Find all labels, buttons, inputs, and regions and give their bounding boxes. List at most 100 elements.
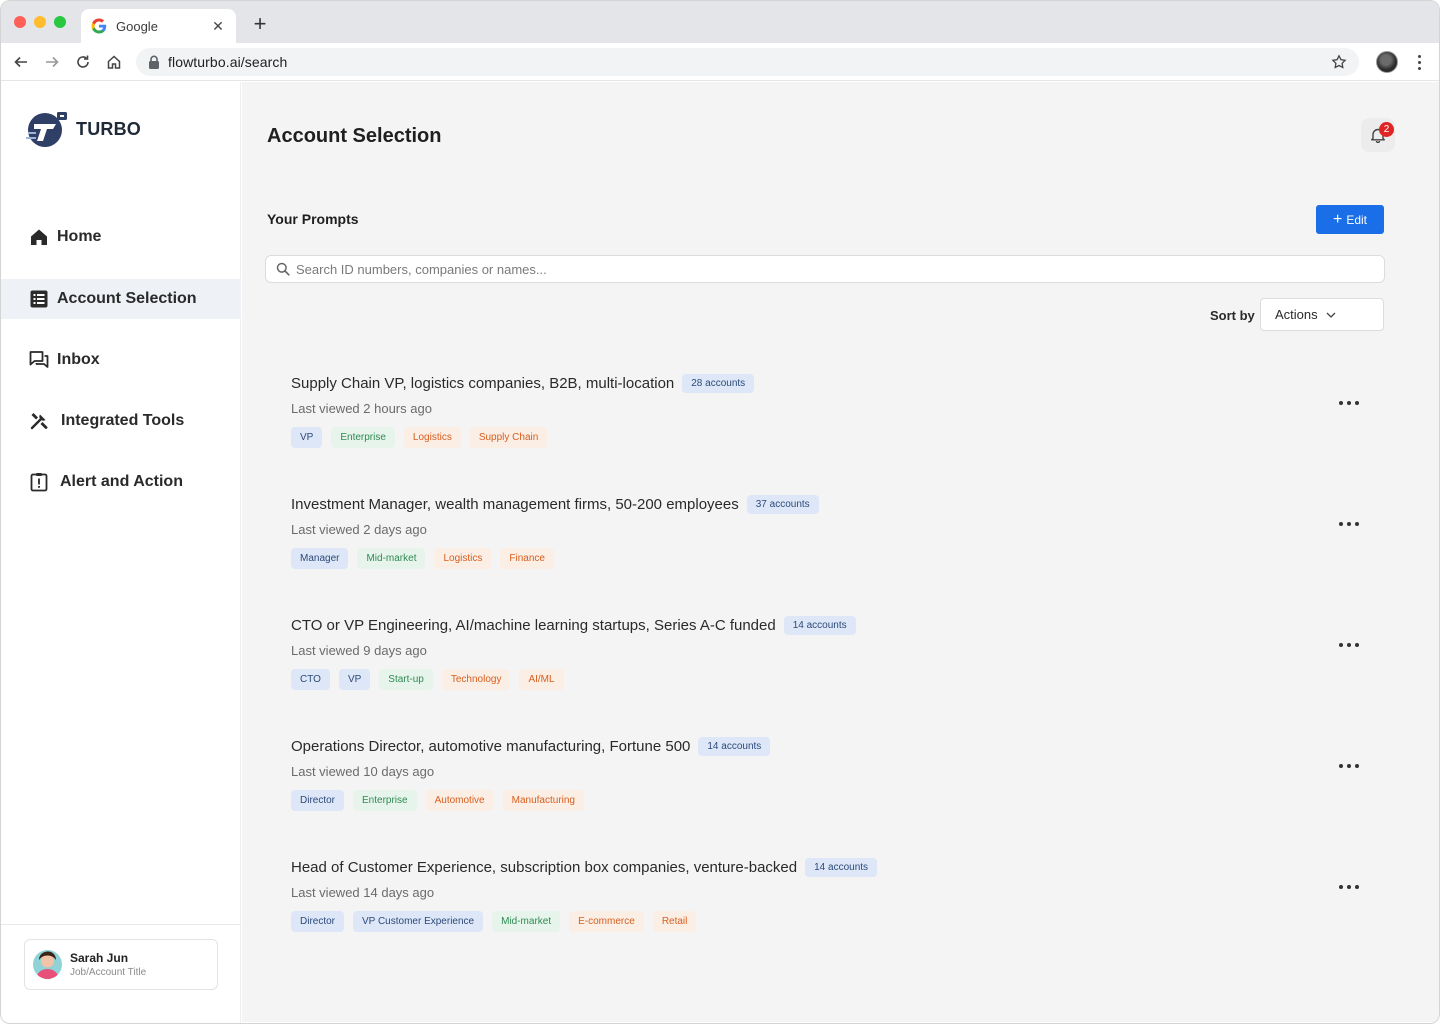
page-title: Account Selection xyxy=(267,125,442,147)
sidebar-item-label: Account Selection xyxy=(57,290,197,307)
arrow-left-icon xyxy=(14,56,27,68)
user-name: Sarah Jun xyxy=(70,951,129,965)
edit-button-label: Edit xyxy=(1346,212,1368,227)
logo-text: TURBO xyxy=(76,118,141,139)
browser-toolbar: flowturbo.ai/search xyxy=(1,43,1439,81)
account-count-badge: 37 accounts xyxy=(746,494,819,514)
tag: VP xyxy=(338,669,371,690)
tag: Enterprise xyxy=(331,427,395,448)
sort-by-label: Sort by xyxy=(1210,308,1255,323)
prompt-title[interactable]: Operations Director, automotive manufact… xyxy=(291,738,690,755)
browser-window: Google ✕ + flowturbo.ai/search TURBO Hom… xyxy=(0,0,1440,1024)
browser-menu-icon[interactable] xyxy=(1411,51,1427,73)
tag: VP Customer Experience xyxy=(353,911,484,932)
tag: Finance xyxy=(500,548,554,569)
tag: VP xyxy=(291,427,323,448)
turbo-logo-icon xyxy=(26,112,67,147)
more-options-icon[interactable] xyxy=(1339,882,1359,892)
sidebar-item-inbox[interactable]: Inbox xyxy=(1,340,241,380)
edit-button[interactable]: + Edit xyxy=(1316,205,1384,234)
tag: Director xyxy=(291,790,345,811)
tag: Mid-market xyxy=(357,548,426,569)
address-bar[interactable]: flowturbo.ai/search xyxy=(136,48,1359,76)
sort-dropdown[interactable]: Actions xyxy=(1260,298,1384,331)
prompt-item[interactable]: Supply Chain VP, logistics companies, B2… xyxy=(291,372,1371,472)
close-tab-icon[interactable]: ✕ xyxy=(210,18,226,35)
notifications-button[interactable]: 2 xyxy=(1361,118,1395,152)
tag-list: Director Enterprise Automotive Manufactu… xyxy=(291,790,1371,811)
list-icon xyxy=(29,289,49,309)
main-content: Account Selection 2 Your Prompts + Edit … xyxy=(242,82,1439,1022)
search-input[interactable] xyxy=(296,261,1384,277)
section-title: Your Prompts xyxy=(267,211,359,227)
tag: Enterprise xyxy=(353,790,417,811)
close-window-button[interactable] xyxy=(14,16,26,28)
tag-list: CTO VP Start-up Technology AI/ML xyxy=(291,669,1371,690)
tag: Director xyxy=(291,911,345,932)
tag: Retail xyxy=(652,911,697,932)
prompt-item[interactable]: Head of Customer Experience, subscriptio… xyxy=(291,856,1371,956)
prompt-item[interactable]: Operations Director, automotive manufact… xyxy=(291,735,1371,835)
last-viewed-text: Last viewed 2 days ago xyxy=(291,522,427,537)
forward-button[interactable] xyxy=(41,51,63,73)
reload-icon xyxy=(77,55,89,68)
tag: Technology xyxy=(441,669,511,690)
sidebar-item-label: Inbox xyxy=(57,351,100,368)
more-options-icon[interactable] xyxy=(1339,519,1359,529)
star-icon[interactable] xyxy=(1331,54,1347,70)
home-icon xyxy=(29,227,49,247)
browser-tab[interactable]: Google ✕ xyxy=(81,9,236,43)
sidebar-item-account-selection[interactable]: Account Selection xyxy=(1,279,241,319)
last-viewed-text: Last viewed 2 hours ago xyxy=(291,401,432,416)
new-tab-button[interactable]: + xyxy=(249,13,271,35)
account-count-badge: 14 accounts xyxy=(783,615,856,635)
more-options-icon[interactable] xyxy=(1339,761,1359,771)
prompt-item[interactable]: Investment Manager, wealth management fi… xyxy=(291,493,1371,593)
account-count-badge: 14 accounts xyxy=(698,736,771,756)
reload-button[interactable] xyxy=(72,51,94,73)
maximize-window-button[interactable] xyxy=(54,16,66,28)
home-outline-icon xyxy=(107,55,121,69)
back-button[interactable] xyxy=(10,51,32,73)
tag-list: Director VP Customer Experience Mid-mark… xyxy=(291,911,1371,932)
more-options-icon[interactable] xyxy=(1339,398,1359,408)
user-profile-card[interactable]: Sarah Jun Job/Account Title xyxy=(24,939,218,990)
sidebar-item-label: Alert and Action xyxy=(60,473,183,490)
sidebar-divider xyxy=(1,924,241,925)
sidebar-item-integrated-tools[interactable]: Integrated Tools xyxy=(1,401,241,441)
minimize-window-button[interactable] xyxy=(34,16,46,28)
tools-icon xyxy=(29,411,49,431)
tag: Mid-market xyxy=(492,911,561,932)
prompt-title[interactable]: Investment Manager, wealth management fi… xyxy=(291,496,739,513)
sidebar-item-alert-and-action[interactable]: Alert and Action xyxy=(1,462,241,502)
google-icon xyxy=(91,18,107,34)
tab-title: Google xyxy=(116,18,158,34)
tag: CTO xyxy=(291,669,330,690)
plus-icon: + xyxy=(1332,210,1343,228)
prompt-title[interactable]: Head of Customer Experience, subscriptio… xyxy=(291,859,797,876)
last-viewed-text: Last viewed 14 days ago xyxy=(291,885,435,900)
notification-count-badge: 2 xyxy=(1379,122,1394,137)
chat-icon xyxy=(29,350,49,370)
sort-selected-value: Actions xyxy=(1275,307,1318,322)
more-options-icon[interactable] xyxy=(1339,640,1359,650)
sidebar-item-label: Home xyxy=(57,228,102,245)
tag: Automotive xyxy=(425,790,494,811)
browser-profile-avatar[interactable] xyxy=(1376,51,1398,73)
tag: Start-up xyxy=(379,669,433,690)
logo[interactable]: TURBO xyxy=(24,110,141,148)
sidebar-item-label: Integrated Tools xyxy=(61,412,185,429)
tag: Manufacturing xyxy=(502,790,584,811)
sidebar-item-home[interactable]: Home xyxy=(1,217,241,257)
prompt-title[interactable]: Supply Chain VP, logistics companies, B2… xyxy=(291,375,674,392)
sidebar: TURBO Home Account Selection Inbox Integ xyxy=(1,82,241,1023)
prompt-title[interactable]: CTO or VP Engineering, AI/machine learni… xyxy=(291,617,776,634)
tag: AI/ML xyxy=(519,669,564,690)
tag-list: VP Enterprise Logistics Supply Chain xyxy=(291,427,1371,448)
home-button[interactable] xyxy=(103,51,125,73)
tag: Supply Chain xyxy=(469,427,548,448)
prompt-item[interactable]: CTO or VP Engineering, AI/machine learni… xyxy=(291,614,1371,714)
url-text: flowturbo.ai/search xyxy=(168,54,288,70)
tag: Logistics xyxy=(434,548,492,569)
search-box xyxy=(265,255,1385,283)
